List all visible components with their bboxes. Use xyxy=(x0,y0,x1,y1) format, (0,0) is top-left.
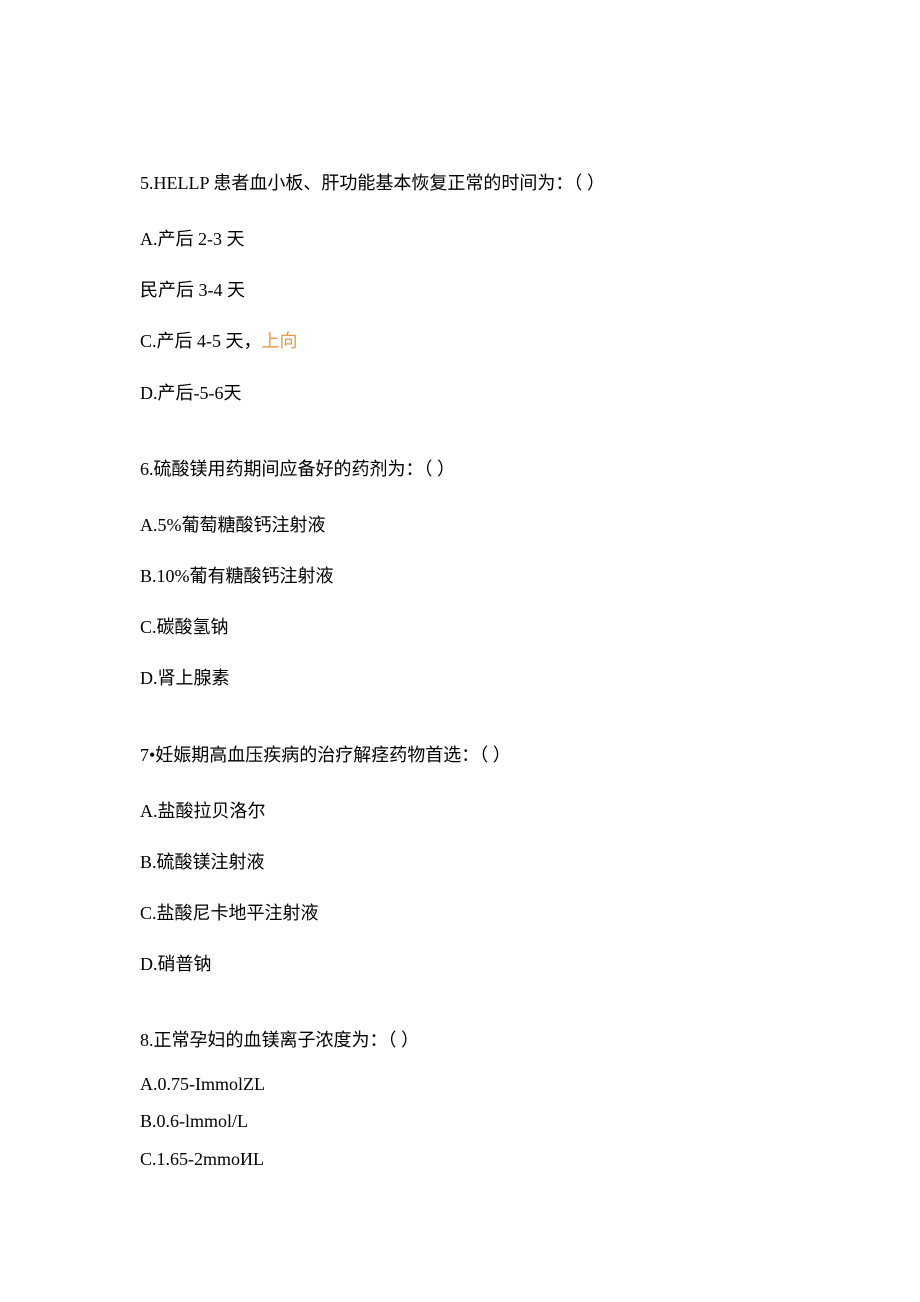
question-option: B.0.6-lmmol/L xyxy=(140,1109,780,1134)
question-option: C.1.65-2mmoИL xyxy=(140,1147,780,1172)
question-stem: 6.硫酸镁用药期间应备好的药剂为：（ ） xyxy=(140,456,780,483)
question-option: C.碳酸氢钠 xyxy=(140,615,780,640)
question-option: A.0.75-ImmolZL xyxy=(140,1072,780,1097)
question-option: D.产后-5-6天 xyxy=(140,381,780,406)
question-8: 8.正常孕妇的血镁离子浓度为：（ ） A.0.75-ImmolZL B.0.6-… xyxy=(140,1027,780,1172)
question-option: C.盐酸尼卡地平注射液 xyxy=(140,901,780,926)
question-option: C.产后 4-5 天，上向 xyxy=(140,329,780,354)
question-stem: 7•妊娠期高血压疾病的治疗解痉药物首选：（ ） xyxy=(140,742,780,769)
question-stem: 8.正常孕妇的血镁离子浓度为：（ ） xyxy=(140,1027,780,1054)
question-option: B.硫酸镁注射液 xyxy=(140,850,780,875)
highlight-text: 上向 xyxy=(262,331,298,351)
question-option: D.肾上腺素 xyxy=(140,666,780,691)
question-6: 6.硫酸镁用药期间应备好的药剂为：（ ） A.5%葡萄糖酸钙注射液 B.10%葡… xyxy=(140,456,780,692)
question-option: 民产后 3-4 天 xyxy=(140,278,780,303)
question-5: 5.HELLP 患者血小板、肝功能基本恢复正常的时间为：（ ） A.产后 2-3… xyxy=(140,170,780,406)
question-option: A.产后 2-3 天 xyxy=(140,227,780,252)
question-option: A.盐酸拉贝洛尔 xyxy=(140,799,780,824)
question-option: B.10%葡有糖酸钙注射液 xyxy=(140,564,780,589)
question-7: 7•妊娠期高血压疾病的治疗解痉药物首选：（ ） A.盐酸拉贝洛尔 B.硫酸镁注射… xyxy=(140,742,780,978)
question-option: A.5%葡萄糖酸钙注射液 xyxy=(140,513,780,538)
question-option: D.硝普钠 xyxy=(140,952,780,977)
question-stem: 5.HELLP 患者血小板、肝功能基本恢复正常的时间为：（ ） xyxy=(140,170,780,197)
